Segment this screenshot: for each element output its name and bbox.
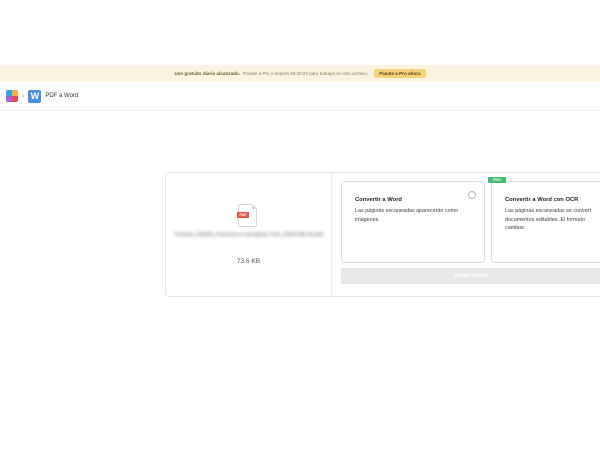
option-radio[interactable] [468,191,476,199]
header-divider [0,110,600,111]
breadcrumb-separator: › [22,92,25,100]
upgrade-banner: Uso gratuito diario alcanzado. Pásate a … [0,65,600,82]
option-title: Convertir a Word con OCR [505,197,579,203]
file-name: Factura_00036_Francisco Carugnas Tost_20… [174,232,323,238]
pdf-icon-tag: PDF [237,212,249,218]
option-description: Las páginas escaneadas aparecerán como i… [355,208,459,223]
file-card: PDF Factura_00036_Francisco Carugnas Tos… [166,173,332,296]
option-description: Las páginas escaneadas se convert docume… [505,208,592,231]
breadcrumb-current[interactable]: PDF a Word [45,93,78,99]
app-logo-icon[interactable] [6,90,18,102]
option-title: Convertir a Word [355,197,402,203]
arrow-right-icon: → [492,273,498,279]
banner-wait-text: Pásate a Pro o espera 06:40:23 para trab… [243,71,369,76]
option-convert-to-word-ocr[interactable]: PRO Convertir a Word con OCR Las páginas… [488,177,600,263]
pdf-icon-corner [252,204,257,209]
option-convert-to-word[interactable]: Convertir a Word Las páginas escaneadas … [341,181,485,263]
choose-option-label: Elegir opción [454,273,489,279]
pdf-file-icon: PDF [237,204,257,227]
breadcrumb: › W PDF a Word [6,88,78,104]
choose-option-button[interactable]: Elegir opción → [341,268,600,284]
pro-badge: PRO [488,177,506,183]
word-icon: W [28,89,42,103]
file-size: 73.6 KB [236,258,261,265]
banner-limit-text: Uso gratuito diario alcanzado. [174,71,241,76]
upgrade-pro-button[interactable]: Pásate a Pro ahora [374,69,426,78]
conversion-panel: PDF Factura_00036_Francisco Carugnas Tos… [165,172,600,297]
